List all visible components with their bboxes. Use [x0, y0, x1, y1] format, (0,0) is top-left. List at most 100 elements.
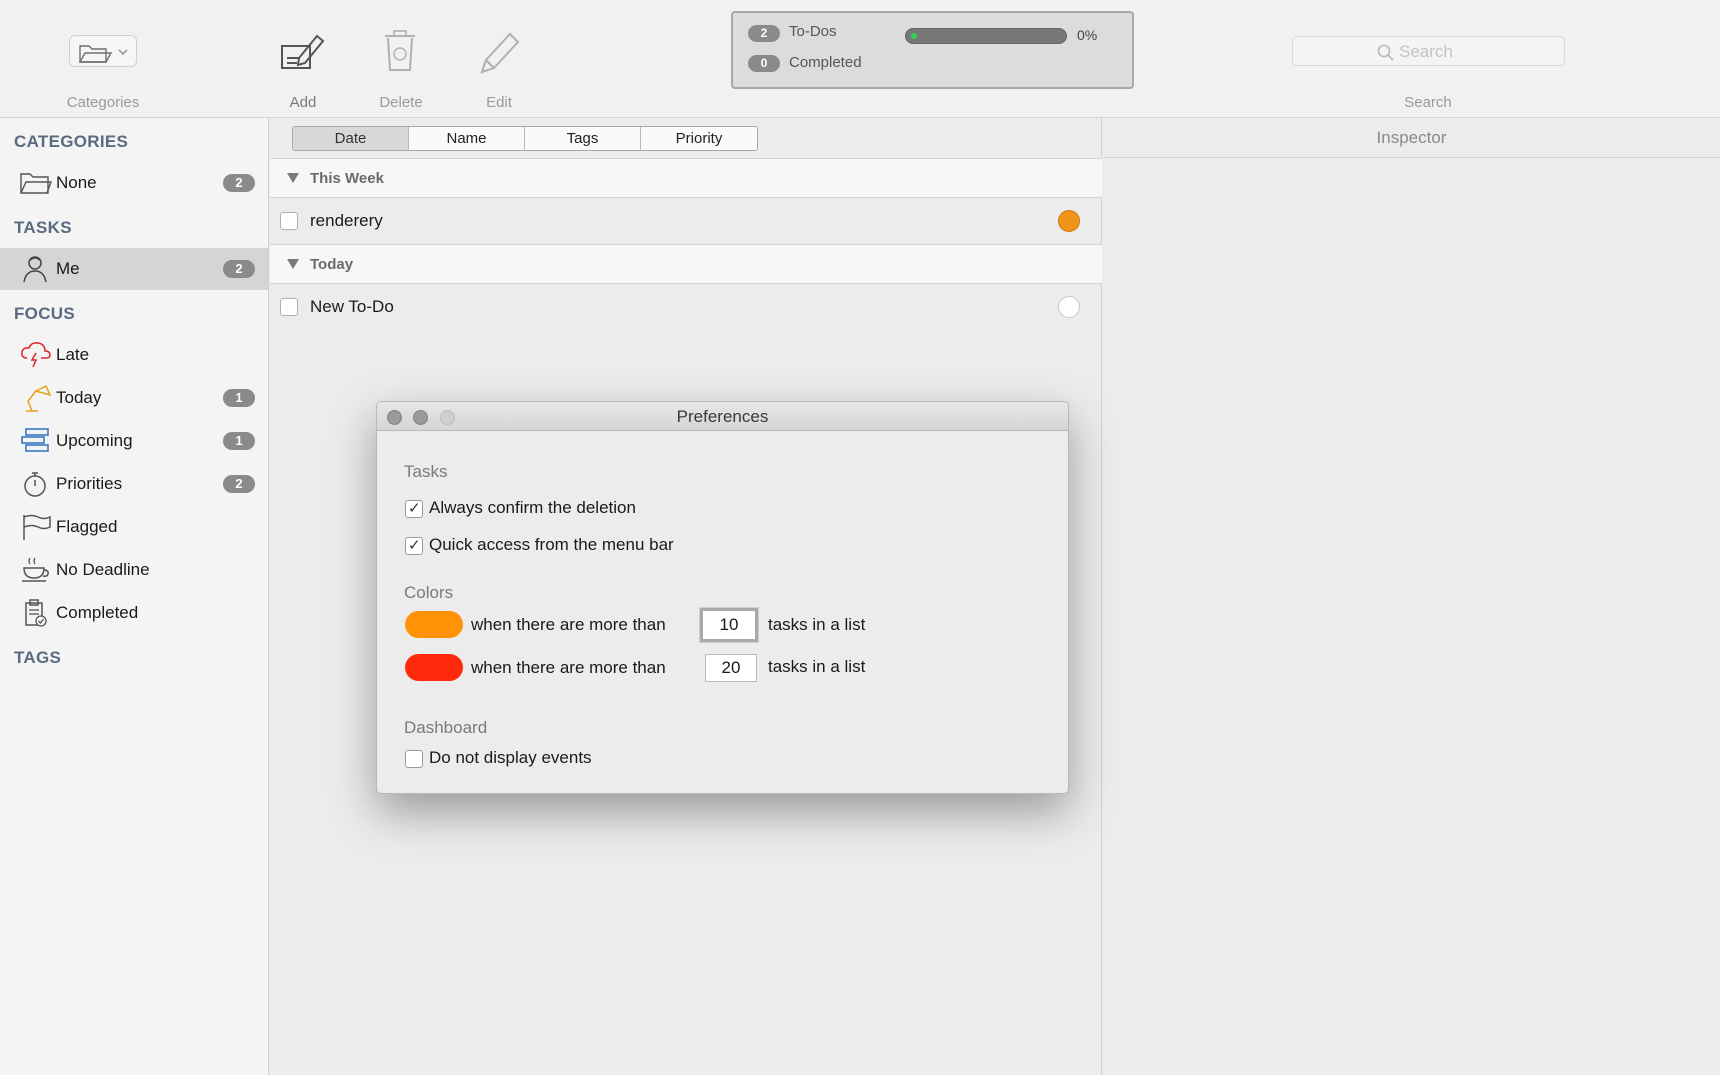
count-badge: 2: [223, 260, 255, 278]
progress-bar-fill: [911, 33, 917, 39]
no-events-label: Do not display events: [429, 748, 592, 767]
folder-icon: [20, 173, 52, 194]
preferences-window: Preferences Tasks Always confirm the del…: [376, 401, 1069, 794]
add-pencil-icon: [281, 34, 325, 69]
count-badge: 1: [223, 432, 255, 450]
clipboard-check-icon: [25, 599, 47, 627]
sidebar-item-completed[interactable]: Completed: [0, 592, 268, 634]
group-header-today[interactable]: Today: [270, 244, 1102, 284]
orange-rule-text: when there are more than: [471, 615, 666, 634]
dashboard-section-label: Dashboard: [404, 718, 488, 737]
task-row[interactable]: renderery: [270, 199, 1102, 241]
person-icon: [23, 256, 47, 283]
window-title: Preferences: [676, 407, 769, 426]
progress-bar: [905, 28, 1067, 44]
colors-section-label: Colors: [404, 583, 454, 602]
storm-cloud-icon: [21, 342, 51, 368]
group-title: Today: [310, 256, 354, 273]
sidebar-item-none[interactable]: None 2: [0, 162, 268, 204]
orange-color-well[interactable]: [405, 611, 463, 638]
edit-button[interactable]: [474, 28, 524, 78]
priority-indicator[interactable]: [1058, 210, 1080, 232]
menu-bar-access-checkbox[interactable]: [405, 536, 423, 555]
confirm-deletion-label: Always confirm the deletion: [429, 498, 636, 517]
group-title: This Week: [310, 170, 384, 187]
red-threshold-input[interactable]: 20: [705, 654, 757, 682]
task-title: renderery: [310, 211, 383, 230]
sidebar-item-label: Me: [56, 259, 80, 278]
edit-toolbar-label: Edit: [486, 94, 512, 111]
inspector-title: Inspector: [1103, 118, 1720, 158]
sidebar-item-flagged[interactable]: Flagged: [0, 506, 268, 548]
sidebar-item-label: Priorities: [56, 474, 123, 493]
orange-threshold-input[interactable]: 10: [700, 608, 758, 642]
sidebar-item-me[interactable]: Me 2: [0, 248, 268, 290]
no-events-checkbox[interactable]: [405, 750, 423, 768]
sort-tab-name[interactable]: Name: [409, 127, 525, 150]
group-header-this-week[interactable]: This Week: [270, 158, 1102, 198]
sidebar-item-label: Late: [56, 345, 90, 364]
sidebar-item-label: Today: [56, 388, 102, 407]
task-title: New To-Do: [310, 297, 394, 316]
priority-indicator[interactable]: [1058, 296, 1080, 318]
edit-pencil-icon: [480, 32, 520, 74]
red-rule-suffix: tasks in a list: [768, 657, 866, 676]
focus-section-header: FOCUS: [14, 304, 75, 323]
inspector-pane: Inspector: [1103, 118, 1720, 1075]
disclosure-triangle-icon[interactable]: [287, 173, 299, 183]
sidebar-item-late[interactable]: Late: [0, 334, 268, 376]
categories-section-header: CATEGORIES: [14, 132, 129, 151]
stopwatch-icon: [24, 472, 46, 497]
completed-count-badge: 0: [748, 55, 780, 72]
progress-status-panel: 2 To-Dos 0 Completed 0%: [731, 11, 1134, 89]
flag-icon: [23, 514, 51, 540]
trash-icon: [385, 30, 415, 71]
sidebar-item-label: Flagged: [56, 517, 118, 536]
sidebar-item-no-deadline[interactable]: No Deadline: [0, 549, 268, 591]
upcoming-calendar-icon: [21, 428, 49, 452]
coffee-cup-icon: [22, 557, 49, 582]
completed-label: Completed: [789, 54, 862, 71]
search-field[interactable]: Search: [1292, 36, 1565, 66]
tasks-section-header: TASKS: [14, 218, 72, 237]
add-button[interactable]: [277, 28, 327, 78]
search-placeholder: Search: [1399, 42, 1453, 61]
task-checkbox[interactable]: [280, 298, 298, 316]
todos-count-badge: 2: [748, 25, 780, 42]
categories-toolbar-label: Categories: [66, 94, 140, 111]
sort-tab-date[interactable]: Date: [293, 127, 409, 150]
confirm-deletion-checkbox[interactable]: [405, 499, 423, 518]
count-badge: 2: [223, 174, 255, 192]
toolbar: Categories Add Delete Edit 2 To-Dos 0 Co…: [0, 0, 1720, 118]
red-rule-text: when there are more than: [471, 658, 666, 677]
task-checkbox[interactable]: [280, 212, 298, 230]
count-badge: 1: [223, 389, 255, 407]
search-icon: [1377, 44, 1394, 61]
folder-icon: [78, 45, 128, 63]
orange-rule-suffix: tasks in a list: [768, 615, 866, 634]
sidebar-item-label: Upcoming: [56, 431, 133, 450]
categories-popup-button[interactable]: [69, 35, 137, 67]
tasks-section-label: Tasks: [404, 462, 448, 481]
sidebar-item-priorities[interactable]: Priorities 2: [0, 463, 268, 505]
sort-segmented-control: Date Name Tags Priority: [292, 126, 758, 151]
search-toolbar-label: Search: [1404, 94, 1452, 111]
sort-tab-tags[interactable]: Tags: [525, 127, 641, 150]
sidebar-item-label: No Deadline: [56, 560, 150, 579]
sidebar-item-label: None: [56, 173, 97, 192]
sort-tab-priority[interactable]: Priority: [641, 127, 757, 150]
sidebar: CATEGORIES None 2 TASKS Me 2 FOCUS Late …: [0, 118, 269, 1075]
delete-button[interactable]: [376, 28, 426, 78]
sidebar-item-upcoming[interactable]: Upcoming 1: [0, 420, 268, 462]
count-badge: 2: [223, 475, 255, 493]
disclosure-triangle-icon[interactable]: [287, 259, 299, 269]
red-color-well[interactable]: [405, 654, 463, 681]
sidebar-item-label: Completed: [56, 603, 139, 622]
window-titlebar[interactable]: Preferences: [377, 402, 1068, 431]
todos-label: To-Dos: [789, 23, 837, 40]
progress-percent: 0%: [1077, 27, 1098, 43]
task-row[interactable]: New To-Do: [270, 285, 1102, 327]
tags-section-header: TAGS: [14, 648, 62, 667]
menu-bar-access-label: Quick access from the menu bar: [429, 535, 674, 554]
sidebar-item-today[interactable]: Today 1: [0, 377, 268, 419]
